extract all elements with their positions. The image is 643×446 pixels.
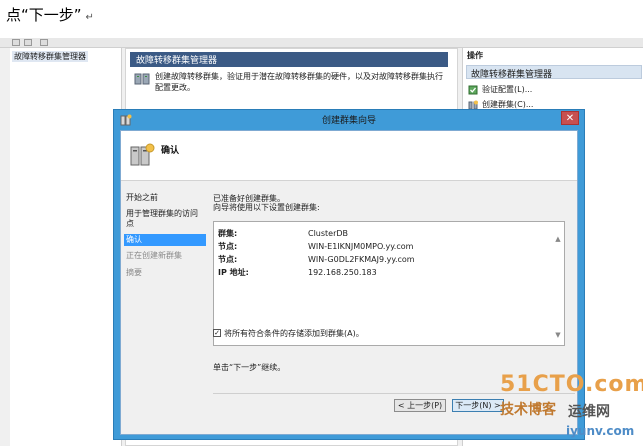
- dialog-titlebar[interactable]: 创建群集向导 ✕: [114, 110, 584, 130]
- back-button[interactable]: [12, 39, 20, 46]
- close-icon[interactable]: ✕: [561, 111, 579, 125]
- summary-value: ClusterDB: [308, 229, 349, 238]
- summary-value: 192.168.250.183: [308, 268, 377, 277]
- step-before-you-begin[interactable]: 开始之前: [124, 192, 206, 204]
- document-title: 点“下一步” ↵: [6, 4, 94, 25]
- summary-row: 节点: WIN-E1IKNJM0MPO.yy.com: [218, 241, 413, 252]
- tree-item-cluster-manager[interactable]: 故障转移群集管理器: [12, 51, 88, 62]
- document-title-text: 点“下一步”: [6, 6, 82, 24]
- dialog-header: 确认: [121, 131, 577, 181]
- scroll-up-icon[interactable]: ▲: [554, 235, 562, 243]
- add-storage-option[interactable]: ✓ 将所有符合条件的存储添加到群集(A)。: [213, 327, 565, 339]
- summary-row: 群集: ClusterDB: [218, 228, 348, 239]
- previous-button[interactable]: < 上一步(P): [394, 399, 446, 412]
- up-button[interactable]: [40, 39, 48, 46]
- summary-value: WIN-E1IKNJM0MPO.yy.com: [308, 242, 414, 251]
- center-header: 故障转移群集管理器: [130, 52, 448, 67]
- step-confirmation[interactable]: 确认: [124, 234, 206, 246]
- create-cluster-icon: [468, 100, 478, 109]
- step-summary: 摘要: [126, 268, 142, 277]
- console-tree: 故障转移群集管理器: [10, 48, 122, 446]
- continue-text: 单击“下一步”继续。: [213, 363, 286, 372]
- summary-key: IP 地址:: [218, 268, 249, 277]
- next-button[interactable]: 下一步(N) >: [452, 399, 504, 412]
- validate-icon: [468, 85, 478, 94]
- summary-key: 群集:: [218, 229, 238, 238]
- watermark-yunwei: 运维网: [568, 404, 610, 420]
- action-validate-label: 验证配置(L)...: [482, 85, 533, 94]
- intro-text: 向导将使用以下设置创建群集:: [213, 203, 320, 212]
- watermark-51cto: 51CTO.com: [500, 372, 643, 397]
- wizard-steps: 开始之前 用于管理群集的访问点 确认 正在创建新群集 摘要: [121, 182, 209, 434]
- summary-key: 节点:: [218, 255, 238, 264]
- add-storage-label: 将所有符合条件的存储添加到群集(A)。: [224, 328, 364, 338]
- action-validate[interactable]: 验证配置(L)...: [468, 84, 532, 95]
- center-description: 创建故障转移群集，验证用于潜在故障转移群集的硬件，以及对故障转移群集执行配置更改…: [155, 72, 443, 92]
- cluster-icon: [134, 73, 150, 85]
- watermark-blog: 技术博客: [500, 402, 556, 418]
- page-title: 确认: [161, 146, 180, 156]
- step-access-point[interactable]: 用于管理群集的访问点: [124, 208, 206, 230]
- actions-section-header[interactable]: 故障转移群集管理器: [466, 65, 642, 80]
- summary-row: 节点: WIN-G0DL2FKMAJ9.yy.com: [218, 254, 415, 265]
- mmc-toolbar: [0, 38, 643, 48]
- summary-row: IP 地址: 192.168.250.183: [218, 267, 377, 278]
- watermark: 51CTO.com 技术博客 运维网 iyunv.com: [500, 372, 643, 446]
- forward-button[interactable]: [24, 39, 32, 46]
- dialog-title: 创建群集向导: [321, 116, 376, 126]
- summary-key: 节点:: [218, 242, 238, 251]
- cluster-wizard-icon: [130, 143, 155, 166]
- watermark-iyunv: iyunv.com: [566, 424, 635, 438]
- actions-title: 操作: [467, 51, 483, 60]
- pilcrow-mark: ↵: [85, 12, 94, 23]
- summary-scrollbar[interactable]: ▲ ▼: [553, 223, 563, 344]
- add-storage-checkbox[interactable]: ✓: [213, 329, 221, 337]
- summary-value: WIN-G0DL2FKMAJ9.yy.com: [308, 255, 415, 264]
- step-creating-cluster: 正在创建新群集: [126, 251, 182, 260]
